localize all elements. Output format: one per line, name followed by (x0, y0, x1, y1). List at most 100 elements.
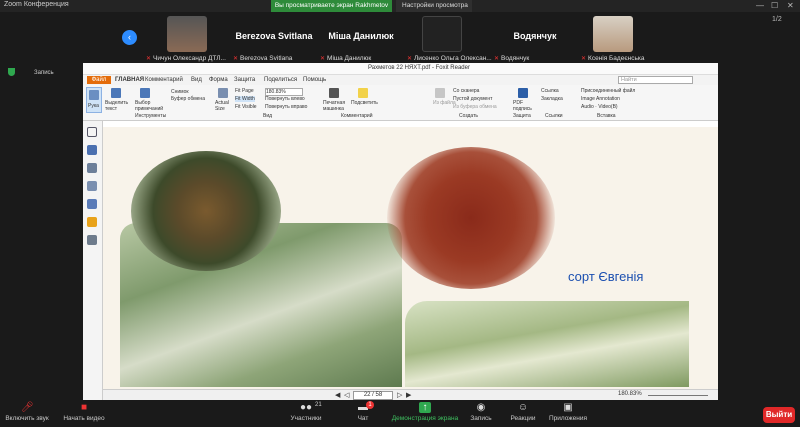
participant-label: Berezova Svitlana (233, 55, 292, 62)
participant-tile[interactable]: Водянчук Водянчук (492, 14, 578, 62)
maximize-icon[interactable]: ☐ (771, 0, 778, 12)
participant-video (167, 16, 207, 52)
participant-label: Лисенко Ольга Олексан... (407, 55, 492, 62)
image-annotation-button[interactable]: Image Annotation (581, 96, 620, 102)
participant-tile[interactable]: Berezova Svitlana Berezova Svitlana (231, 14, 317, 62)
document-title: Рахметов 22 НЯХТ.pdf - Foxit Reader (368, 65, 470, 71)
hand-tool-button[interactable]: Рука (86, 87, 102, 113)
chat-badge: 1 (366, 401, 374, 409)
tab-comment[interactable]: Комментарий (145, 75, 183, 85)
seeds-photo (387, 147, 555, 289)
from-file-icon[interactable] (435, 88, 445, 98)
actual-size-icon[interactable] (218, 88, 228, 98)
prev-page-icon[interactable]: ◁ (344, 391, 349, 399)
rotate-right-button[interactable]: Повернуть вправо (265, 104, 307, 110)
share-screen-button[interactable]: ↑ Демонстрация экрана (391, 402, 459, 422)
last-page-icon[interactable]: ▶ (406, 391, 411, 399)
highlight-label[interactable]: Подсветить (351, 100, 379, 106)
from-scanner-button[interactable]: Со сканера (453, 88, 479, 94)
pages-panel-icon[interactable] (87, 145, 97, 155)
chat-button[interactable]: ▬ Чат (333, 402, 393, 422)
meeting-controls: 🎤︎ Включить звук ■ Начать видео ●● Участ… (0, 400, 800, 427)
next-page-icon[interactable]: ▷ (397, 391, 402, 399)
page-icon[interactable] (87, 127, 97, 137)
tab-home[interactable]: ГЛАВНАЯ (115, 75, 144, 85)
select-annotation-label[interactable]: Выбор примечаний (135, 100, 165, 112)
typewriter-label[interactable]: Печатная машинка (323, 100, 349, 112)
unmute-button[interactable]: 🎤︎ Включить звук (0, 402, 57, 422)
clipboard-button[interactable]: Буфер обмена (171, 96, 205, 102)
start-video-button[interactable]: ■ Начать видео (54, 402, 114, 422)
view-options-button[interactable]: Настройки просмотра (396, 0, 472, 12)
participant-avatar (422, 16, 462, 52)
rotate-left-button[interactable]: Повернуть влево (265, 96, 305, 102)
fit-page-button[interactable]: Fit Page (235, 88, 254, 94)
insert-group-label: Вставка (597, 113, 616, 119)
pdf-sign-label[interactable]: PDF подпись (513, 100, 535, 112)
tools-icon[interactable] (87, 235, 97, 245)
participants-button[interactable]: ●● Участники (276, 402, 336, 422)
participant-tile[interactable]: Міша Данилюк Міша Данилюк (318, 14, 404, 62)
layers-icon[interactable] (87, 163, 97, 173)
participant-tile[interactable]: Ксенія Бадеєнська (579, 14, 665, 62)
fit-width-button[interactable]: Fit Width (235, 96, 255, 102)
snapshot-button[interactable]: Снимок (171, 89, 189, 95)
shield-icon[interactable] (8, 68, 15, 76)
select-text-icon[interactable] (111, 88, 121, 98)
actual-size-label[interactable]: Actual Size (215, 100, 233, 112)
hand-icon (89, 90, 99, 100)
participant-tile[interactable]: Лисенко Ольга Олексан... (405, 14, 492, 62)
tab-view[interactable]: Вид (191, 75, 202, 85)
bookmark-button[interactable]: Закладка (541, 96, 563, 102)
select-text-label[interactable]: Выделить текст (105, 100, 131, 112)
unmute-label: Включить звук (5, 415, 49, 422)
leave-button[interactable]: Выйти (763, 407, 795, 423)
start-video-label: Начать видео (63, 415, 105, 422)
attachments-icon[interactable] (87, 199, 97, 209)
blank-document-button[interactable]: Пустой документ (453, 96, 492, 102)
participants-label: Участники (290, 415, 322, 422)
view-group-label: Вид (263, 113, 273, 119)
select-annotation-icon[interactable] (140, 88, 150, 98)
from-clipboard-button[interactable]: Из буфера обмена (453, 104, 497, 110)
reader-title-bar: Рахметов 22 НЯХТ.pdf - Foxit Reader (83, 63, 718, 75)
typewriter-icon[interactable] (329, 88, 339, 98)
minimize-icon[interactable]: — (756, 0, 764, 12)
participant-video (593, 16, 633, 52)
link-button[interactable]: Ссылка (541, 88, 559, 94)
prev-participants-button[interactable]: ‹ (122, 30, 137, 45)
document-page[interactable]: сорт Євгенія (103, 121, 718, 389)
window-title: Zoom Конференция (4, 1, 69, 8)
tab-share[interactable]: Поделиться (264, 75, 297, 85)
reader-statusbar: ◀ ◁ 22 / 58 ▷ ▶ 180.83% (103, 389, 718, 400)
links-group-label: Ссылки (545, 113, 563, 119)
lock-icon[interactable] (87, 217, 97, 227)
tab-form[interactable]: Форма (209, 75, 228, 85)
audio-video-button[interactable]: Audio · Video(B) (581, 104, 618, 110)
sorghum-panicle-photo (131, 151, 281, 271)
pdf-sign-icon[interactable] (518, 88, 528, 98)
first-page-icon[interactable]: ◀ (335, 391, 340, 399)
zoom-select[interactable]: 180.83% (265, 88, 303, 96)
highlight-icon[interactable] (358, 88, 368, 98)
comments-panel-icon[interactable] (87, 181, 97, 191)
tab-protect[interactable]: Защита (234, 75, 255, 85)
search-input[interactable]: Найти (618, 76, 693, 84)
participant-tile[interactable]: Чичун Олександр ДТЛ... (144, 14, 230, 62)
participant-label: Ксенія Бадеєнська (581, 55, 644, 62)
file-tab[interactable]: Файл (87, 76, 111, 84)
page-number-input[interactable]: 22 / 58 (353, 391, 393, 400)
ribbon: Рука Выделить текст Выбор примечаний Сни… (83, 85, 718, 121)
side-toolbar (83, 121, 103, 400)
apps-button[interactable]: ▣ Приложения (538, 402, 598, 422)
reactions-label: Реакции (510, 415, 536, 422)
tab-help[interactable]: Помощь (303, 75, 326, 85)
gallery-page-indicator[interactable]: 1/2 (772, 16, 782, 23)
close-icon[interactable]: ✕ (787, 0, 794, 12)
fit-visible-button[interactable]: Fit Visible (235, 104, 257, 110)
tools-group-label: Инструменты (135, 113, 167, 119)
attach-file-button[interactable]: Присоединенный файл (581, 88, 635, 94)
zoom-percent[interactable]: 180.83% (618, 391, 642, 397)
participants-count: 21 (315, 402, 322, 408)
zoom-slider[interactable] (648, 395, 708, 396)
